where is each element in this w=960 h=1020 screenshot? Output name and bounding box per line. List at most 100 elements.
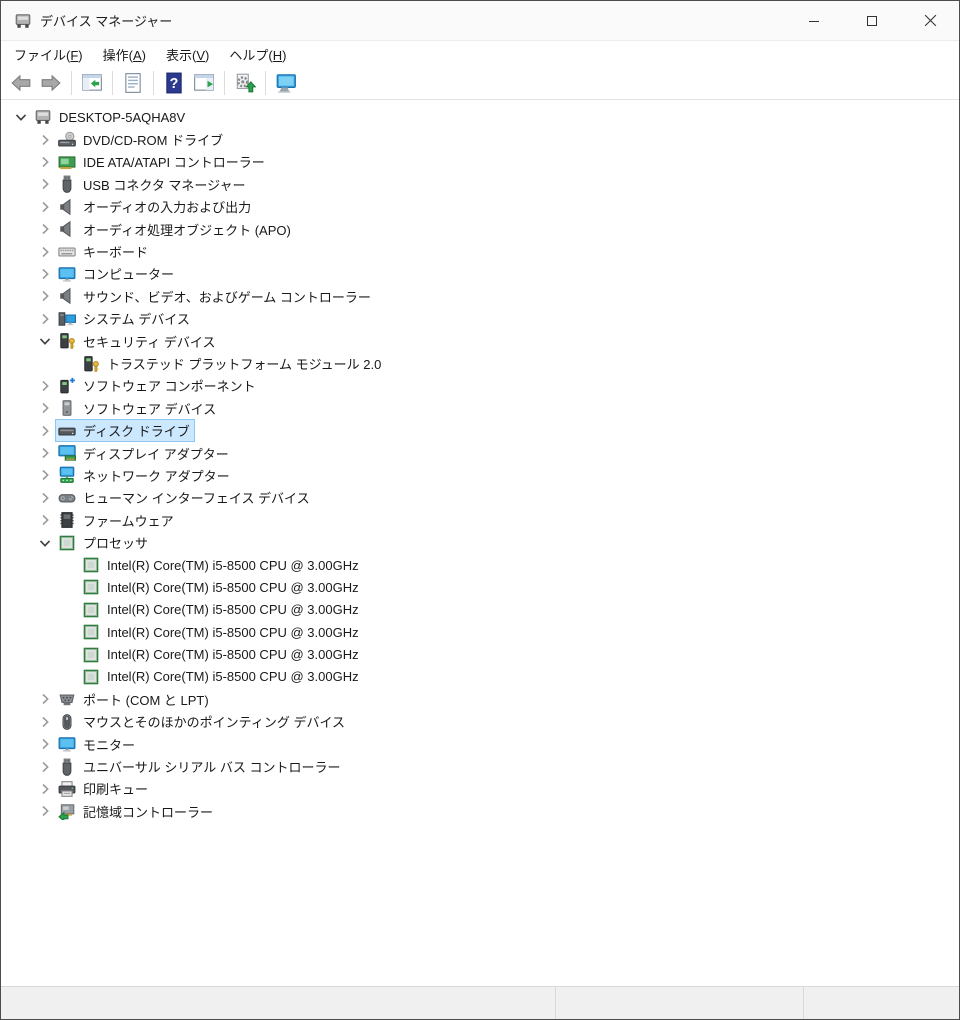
tree-item-mice-pointing-devices[interactable]: マウスとそのほかのポインティング デバイス	[1, 711, 959, 733]
tree-item-body[interactable]: ディスプレイ アダプター	[55, 442, 234, 465]
tree-item-body[interactable]: IDE ATA/ATAPI コントローラー	[55, 150, 270, 173]
tree-item-body[interactable]: Intel(R) Core(TM) i5-8500 CPU @ 3.00GHz	[79, 576, 364, 598]
tree-item-usb-connector-managers[interactable]: USB コネクタ マネージャー	[1, 173, 959, 195]
toolbar-button-show-hide-action-pane[interactable]	[190, 69, 218, 97]
tree-item-intel-cpu-6[interactable]: Intel(R) Core(TM) i5-8500 CPU @ 3.00GHz	[1, 666, 959, 688]
menu-file[interactable]: ファイル(F)	[4, 42, 93, 67]
tree-item-disk-drives[interactable]: ディスク ドライブ	[1, 419, 959, 441]
tree-item-body[interactable]: DESKTOP-5AQHA8V	[31, 106, 190, 128]
tree-item-body[interactable]: コンピューター	[55, 262, 179, 285]
collapse-chevron-icon[interactable]	[11, 108, 31, 126]
tree-item-display-adapters[interactable]: ディスプレイ アダプター	[1, 442, 959, 464]
tree-item-body[interactable]: Intel(R) Core(TM) i5-8500 CPU @ 3.00GHz	[79, 644, 364, 666]
tree-item-body[interactable]: 印刷キュー	[55, 777, 153, 800]
tree-item-audio-processing-objects[interactable]: オーディオ処理オブジェクト (APO)	[1, 218, 959, 240]
expand-chevron-icon[interactable]	[35, 735, 55, 753]
tree-item-body[interactable]: オーディオ処理オブジェクト (APO)	[55, 218, 296, 241]
tree-item-body[interactable]: ファームウェア	[55, 509, 179, 532]
collapse-chevron-icon[interactable]	[35, 534, 55, 552]
expand-chevron-icon[interactable]	[35, 243, 55, 261]
expand-chevron-icon[interactable]	[35, 287, 55, 305]
expand-chevron-icon[interactable]	[35, 131, 55, 149]
tree-item-body[interactable]: ユニバーサル シリアル バス コントローラー	[55, 755, 345, 778]
tree-item-security-devices[interactable]: セキュリティ デバイス	[1, 330, 959, 352]
tree-item-print-queues[interactable]: 印刷キュー	[1, 778, 959, 800]
toolbar-button-remote-computer[interactable]	[272, 69, 300, 97]
expand-chevron-icon[interactable]	[35, 310, 55, 328]
toolbar-button-forward[interactable]	[37, 69, 65, 97]
expand-chevron-icon[interactable]	[35, 175, 55, 193]
tree-item-desktop-5aqha8v[interactable]: DESKTOP-5AQHA8V	[1, 106, 959, 128]
expand-chevron-icon[interactable]	[35, 713, 55, 731]
tree-item-body[interactable]: DVD/CD-ROM ドライブ	[55, 128, 228, 151]
collapse-chevron-icon[interactable]	[35, 332, 55, 350]
tree-item-body[interactable]: Intel(R) Core(TM) i5-8500 CPU @ 3.00GHz	[79, 554, 364, 576]
tree-item-computers[interactable]: コンピューター	[1, 263, 959, 285]
tree-item-monitors[interactable]: モニター	[1, 733, 959, 755]
tree-item-body[interactable]: ディスク ドライブ	[55, 419, 195, 442]
tree-item-body[interactable]: ソフトウェア コンポーネント	[55, 374, 261, 397]
tree-item-body[interactable]: ソフトウェア デバイス	[55, 397, 221, 420]
tree-item-ports-com-lpt[interactable]: ポート (COM と LPT)	[1, 688, 959, 710]
expand-chevron-icon[interactable]	[35, 198, 55, 216]
tree-item-sound-video-game[interactable]: サウンド、ビデオ、およびゲーム コントローラー	[1, 285, 959, 307]
menu-view[interactable]: 表示(V)	[156, 42, 219, 67]
expand-chevron-icon[interactable]	[35, 444, 55, 462]
tree-item-usb-controllers[interactable]: ユニバーサル シリアル バス コントローラー	[1, 755, 959, 777]
tree-item-body[interactable]: サウンド、ビデオ、およびゲーム コントローラー	[55, 285, 376, 308]
expand-chevron-icon[interactable]	[35, 153, 55, 171]
toolbar-button-back[interactable]	[7, 69, 35, 97]
tree-item-intel-cpu-3[interactable]: Intel(R) Core(TM) i5-8500 CPU @ 3.00GHz	[1, 599, 959, 621]
menu-help[interactable]: ヘルプ(H)	[219, 42, 296, 67]
expand-chevron-icon[interactable]	[35, 466, 55, 484]
tree-item-storage-controllers[interactable]: 記憶域コントローラー	[1, 800, 959, 822]
tree-item-audio-inputs-outputs[interactable]: オーディオの入力および出力	[1, 196, 959, 218]
tree-item-system-devices[interactable]: システム デバイス	[1, 308, 959, 330]
tree-item-software-components[interactable]: ソフトウェア コンポーネント	[1, 375, 959, 397]
tree-item-body[interactable]: Intel(R) Core(TM) i5-8500 CPU @ 3.00GHz	[79, 599, 364, 621]
toolbar-button-show-hide-console-tree[interactable]	[78, 69, 106, 97]
tree-item-human-interface-devices[interactable]: ヒューマン インターフェイス デバイス	[1, 487, 959, 509]
tree-item-intel-cpu-2[interactable]: Intel(R) Core(TM) i5-8500 CPU @ 3.00GHz	[1, 576, 959, 598]
expand-chevron-icon[interactable]	[35, 690, 55, 708]
tree-item-keyboards[interactable]: キーボード	[1, 240, 959, 262]
tree-item-body[interactable]: セキュリティ デバイス	[55, 330, 220, 353]
tree-item-body[interactable]: ネットワーク アダプター	[55, 464, 235, 487]
tree-item-body[interactable]: システム デバイス	[55, 307, 195, 330]
expand-chevron-icon[interactable]	[35, 802, 55, 820]
tree-item-body[interactable]: ヒューマン インターフェイス デバイス	[55, 486, 315, 509]
expand-chevron-icon[interactable]	[35, 377, 55, 395]
tree-item-body[interactable]: トラステッド プラットフォーム モジュール 2.0	[79, 352, 386, 375]
expand-chevron-icon[interactable]	[35, 220, 55, 238]
tree-item-body[interactable]: USB コネクタ マネージャー	[55, 173, 251, 196]
tree-item-intel-cpu-5[interactable]: Intel(R) Core(TM) i5-8500 CPU @ 3.00GHz	[1, 643, 959, 665]
expand-chevron-icon[interactable]	[35, 780, 55, 798]
tree-item-body[interactable]: ポート (COM と LPT)	[55, 688, 214, 711]
tree-item-firmware[interactable]: ファームウェア	[1, 509, 959, 531]
toolbar-button-properties[interactable]	[119, 69, 147, 97]
expand-chevron-icon[interactable]	[35, 399, 55, 417]
close-button[interactable]	[901, 1, 959, 40]
tree-item-body[interactable]: プロセッサ	[55, 531, 153, 554]
tree-item-body[interactable]: オーディオの入力および出力	[55, 195, 256, 218]
expand-chevron-icon[interactable]	[35, 511, 55, 529]
toolbar-button-scan-hardware-changes[interactable]	[231, 69, 259, 97]
expand-chevron-icon[interactable]	[35, 489, 55, 507]
tree-item-tpm-20[interactable]: トラステッド プラットフォーム モジュール 2.0	[1, 352, 959, 374]
tree-item-intel-cpu-1[interactable]: Intel(R) Core(TM) i5-8500 CPU @ 3.00GHz	[1, 554, 959, 576]
tree-item-ide-ata-atapi-controllers[interactable]: IDE ATA/ATAPI コントローラー	[1, 151, 959, 173]
tree-item-network-adapters[interactable]: ネットワーク アダプター	[1, 464, 959, 486]
expand-chevron-icon[interactable]	[35, 265, 55, 283]
tree-item-intel-cpu-4[interactable]: Intel(R) Core(TM) i5-8500 CPU @ 3.00GHz	[1, 621, 959, 643]
tree-item-body[interactable]: マウスとそのほかのポインティング デバイス	[55, 710, 350, 733]
maximize-button[interactable]	[843, 1, 901, 40]
tree-item-body[interactable]: 記憶域コントローラー	[55, 800, 218, 823]
expand-chevron-icon[interactable]	[35, 758, 55, 776]
minimize-button[interactable]	[785, 1, 843, 40]
tree-item-body[interactable]: モニター	[55, 733, 140, 756]
tree-item-processors[interactable]: プロセッサ	[1, 531, 959, 553]
tree-item-software-devices[interactable]: ソフトウェア デバイス	[1, 397, 959, 419]
tree-item-dvd-cd-rom-drives[interactable]: DVD/CD-ROM ドライブ	[1, 128, 959, 150]
tree-item-body[interactable]: キーボード	[55, 240, 153, 263]
tree-item-body[interactable]: Intel(R) Core(TM) i5-8500 CPU @ 3.00GHz	[79, 621, 364, 643]
